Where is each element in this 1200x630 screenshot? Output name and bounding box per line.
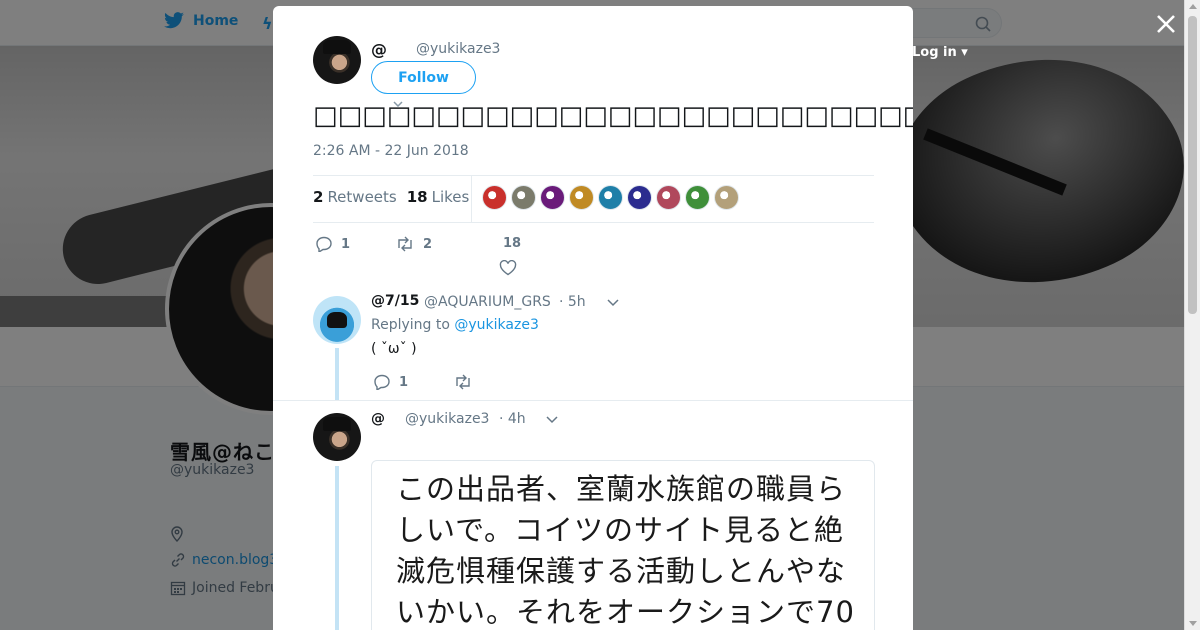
tweet-text: □□□□□□□□□□□□□□□□□□□□□□□□□□□□□□□□□□□□□□□□… <box>313 101 913 131</box>
reply-action[interactable]: 1 <box>373 374 408 390</box>
retweet-count: 2 <box>423 236 433 252</box>
divider <box>273 400 913 401</box>
divider <box>313 222 874 223</box>
author-avatar[interactable] <box>313 36 361 84</box>
reply-name[interactable]: @ <box>371 411 385 427</box>
reply-count: 1 <box>341 236 351 252</box>
retweets-label: Retweets <box>327 188 397 206</box>
scroll-down-icon[interactable] <box>1189 621 1197 626</box>
liker-avatar[interactable] <box>482 185 507 210</box>
reply-time[interactable]: · 4h <box>499 411 526 427</box>
reply-time[interactable]: · 5h <box>559 294 586 310</box>
liker-avatar[interactable] <box>714 185 739 210</box>
thread-line <box>335 348 339 400</box>
heart-icon[interactable] <box>499 260 517 276</box>
divider <box>313 175 874 176</box>
replying-to-link[interactable]: @yukikaze3 <box>454 317 538 333</box>
scroll-thumb[interactable] <box>1188 16 1197 314</box>
close-icon[interactable] <box>1152 10 1180 38</box>
liker-avatar[interactable] <box>569 185 594 210</box>
reply-avatar[interactable] <box>313 413 361 461</box>
reply-icon <box>316 236 332 252</box>
tweet-timestamp[interactable]: 2:26 AM - 22 Jun 2018 <box>313 143 469 159</box>
author-handle[interactable]: @yukikaze3 <box>416 41 500 57</box>
reply-text: ( ˇωˇ ) <box>371 341 417 357</box>
login-label: Log in <box>912 45 957 60</box>
liker-avatar[interactable] <box>511 185 536 210</box>
retweet-action[interactable]: 2 <box>395 236 432 252</box>
stats-separator <box>471 176 472 222</box>
liker-avatar[interactable] <box>540 185 565 210</box>
like-count-action[interactable]: 18 <box>503 236 521 251</box>
scrollbar[interactable] <box>1184 0 1200 630</box>
retweets-count: 2 <box>313 188 324 206</box>
likes-count: 18 <box>406 188 428 206</box>
reply-count: 1 <box>399 374 409 390</box>
scroll-up-icon[interactable] <box>1189 4 1197 9</box>
retweet-icon <box>398 236 412 252</box>
reply-handle[interactable]: @AQUARIUM_GRS <box>424 294 551 310</box>
author-name[interactable]: @ <box>371 40 387 59</box>
likes-label: Likes <box>431 188 470 206</box>
retweet-action[interactable] <box>453 374 473 390</box>
reply-avatar[interactable] <box>313 296 361 344</box>
retweet-icon <box>456 374 470 390</box>
likes-stat[interactable]: 18 Likes <box>407 188 470 206</box>
liker-avatar[interactable] <box>598 185 623 210</box>
follow-button[interactable]: Follow <box>371 61 476 94</box>
reply-name[interactable]: @7/15 <box>371 293 419 309</box>
retweets-stat[interactable]: 2 Retweets <box>313 188 397 206</box>
reply-action[interactable]: 1 <box>315 236 350 252</box>
thread-line <box>335 466 339 630</box>
replying-prefix: Replying to <box>371 317 450 333</box>
liker-avatar[interactable] <box>627 185 652 210</box>
chevron-down-icon[interactable] <box>607 299 619 307</box>
like-count: 18 <box>503 236 522 251</box>
reply-handle[interactable]: @yukikaze3 <box>405 411 489 427</box>
tweet-modal: @ @yukikaze3 Follow □□□□□□□□□□□□□□□□□□□□… <box>273 6 913 630</box>
login-menu[interactable]: Log in ▾ <box>912 45 968 60</box>
likers-avatars <box>482 185 739 210</box>
reply-image-text: この出品者、室蘭水族館の職員らしいで。コイツのサイト見ると絶滅危惧種保護する活動… <box>396 472 855 629</box>
reply-icon <box>374 374 390 390</box>
liker-avatar[interactable] <box>685 185 710 210</box>
replying-to: Replying to @yukikaze3 <box>371 317 539 333</box>
tweet-stats: 2 Retweets 18 Likes <box>313 188 469 206</box>
tweet-actions: 1 2 18 <box>313 232 733 280</box>
reply-image-card[interactable]: この出品者、室蘭水族館の職員らしいで。コイツのサイト見ると絶滅危惧種保護する活動… <box>371 460 875 630</box>
chevron-down-icon[interactable] <box>546 416 558 424</box>
follow-button-label: Follow <box>398 69 449 86</box>
liker-avatar[interactable] <box>656 185 681 210</box>
